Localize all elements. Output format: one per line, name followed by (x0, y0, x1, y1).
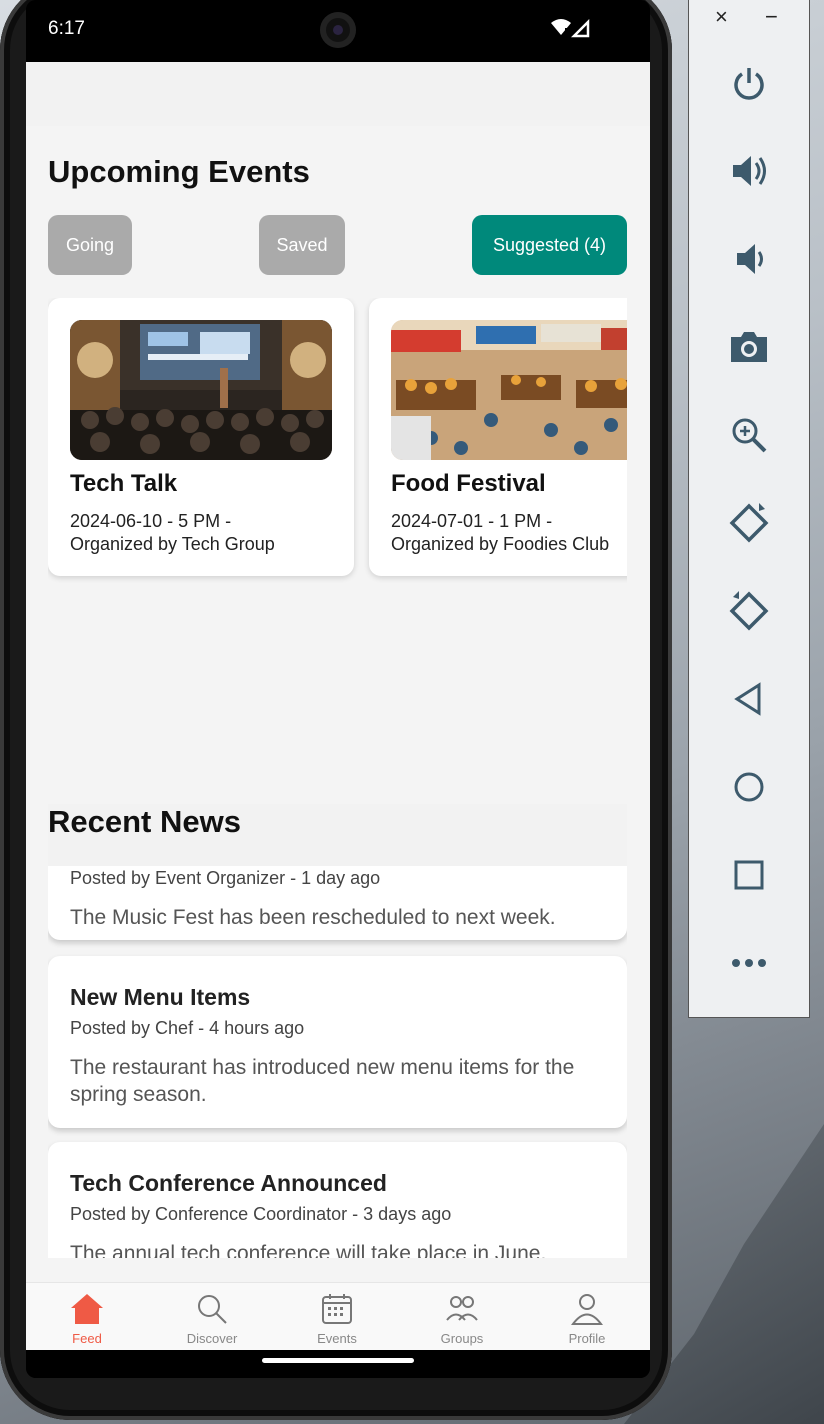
news-card[interactable]: Posted by Event Organizer - 1 day ago Th… (48, 866, 627, 940)
event-date: 2024-07-01 - 1 PM - (391, 511, 553, 531)
nav-label: Discover (186, 1331, 238, 1346)
event-organizer: Organized by Tech Group (70, 534, 275, 554)
phone-screen: 6:17 Upcoming Events Going Saved Suggest… (26, 0, 650, 1378)
back-icon (734, 682, 761, 716)
recent-news-title: Recent News (48, 804, 241, 839)
event-title: Food Festival (391, 470, 546, 497)
home-icon (71, 1294, 103, 1324)
wifi-icon (551, 18, 590, 38)
status-bar: 6:17 (26, 0, 650, 62)
calendar-icon (322, 1294, 352, 1324)
home-button[interactable] (689, 757, 809, 817)
volume-up-icon (733, 156, 766, 186)
event-image-food-festival (391, 320, 627, 460)
status-icons (550, 18, 592, 43)
app-top-bar (26, 62, 650, 126)
nav-label: Profile (568, 1331, 606, 1346)
more-icon (732, 959, 766, 967)
volume-down-button[interactable] (689, 229, 809, 289)
nav-label: Events (317, 1331, 357, 1346)
phone-frame: 6:17 Upcoming Events Going Saved Suggest… (0, 0, 672, 1420)
nav-item-discover[interactable]: Discover (157, 1291, 267, 1346)
news-title: Tech Conference Announced (70, 1170, 387, 1196)
home-circle-icon (734, 772, 764, 802)
filter-suggested-button[interactable]: Suggested (4) (472, 215, 627, 275)
filter-saved-button[interactable]: Saved (259, 215, 345, 275)
overview-button[interactable] (689, 845, 809, 905)
zoom-button[interactable] (689, 405, 809, 465)
news-body: The Music Fest has been rescheduled to n… (70, 906, 556, 929)
screenshot-button[interactable] (689, 317, 809, 377)
rotate-left-button[interactable] (689, 493, 809, 553)
rotate-right-icon (729, 591, 769, 631)
home-gesture-bar[interactable] (262, 1358, 414, 1363)
event-organizer: Organized by Foodies Club (391, 534, 610, 554)
news-card[interactable]: New Menu Items Posted by Chef - 4 hours … (48, 956, 627, 1128)
event-title: Tech Talk (70, 470, 178, 497)
camera-icon (731, 332, 767, 362)
groups-icon (446, 1296, 478, 1321)
event-card-tech-talk[interactable]: Tech Talk 2024-06-10 - 5 PM - Organized … (48, 298, 354, 576)
news-meta: Posted by Event Organizer - 1 day ago (70, 868, 381, 888)
news-meta: Posted by Conference Coordinator - 3 day… (70, 1204, 452, 1224)
event-meta: 2024-07-01 - 1 PM - Organized by Foodies… (391, 510, 627, 556)
event-date: 2024-06-10 - 5 PM - (70, 511, 232, 531)
nav-item-feed[interactable]: Feed (32, 1291, 142, 1346)
front-camera (320, 12, 356, 48)
overview-icon (734, 860, 764, 890)
news-list[interactable]: Posted by Event Organizer - 1 day ago Th… (48, 866, 627, 1258)
emulator-side-panel: × − (688, 0, 810, 1018)
app-screen: Upcoming Events Going Saved Suggested (4… (26, 62, 650, 1350)
close-window-button[interactable]: × (715, 4, 728, 30)
news-body: The annual tech conference will take pla… (70, 1242, 547, 1258)
more-button[interactable] (689, 933, 809, 993)
news-title: New Menu Items (70, 984, 251, 1010)
nav-item-profile[interactable]: Profile (532, 1291, 642, 1346)
nav-item-events[interactable]: Events (282, 1291, 392, 1346)
bottom-navigation: Feed Discover Events Groups Profile (26, 1282, 650, 1350)
power-button[interactable] (689, 54, 809, 114)
rotate-right-button[interactable] (689, 581, 809, 641)
zoom-icon (732, 418, 767, 453)
news-card[interactable]: Tech Conference Announced Posted by Conf… (48, 1142, 627, 1258)
nav-item-groups[interactable]: Groups (407, 1291, 517, 1346)
status-time: 6:17 (48, 18, 85, 39)
power-icon (734, 68, 764, 100)
upcoming-events-title: Upcoming Events (48, 154, 310, 189)
news-meta: Posted by Chef - 4 hours ago (70, 1018, 305, 1038)
volume-up-button[interactable] (689, 141, 809, 201)
event-image-tech-talk (70, 320, 332, 460)
rotate-left-icon (729, 503, 769, 543)
nav-label: Groups (440, 1331, 484, 1346)
events-carousel[interactable]: Tech Talk 2024-06-10 - 5 PM - Organized … (48, 298, 627, 588)
nav-label: Feed (72, 1331, 102, 1346)
person-icon (571, 1294, 603, 1325)
minimize-window-button[interactable]: − (765, 4, 778, 30)
volume-down-icon (737, 244, 763, 274)
news-body: The restaurant has introduced new menu i… (70, 1056, 575, 1106)
event-meta: 2024-06-10 - 5 PM - Organized by Tech Gr… (70, 510, 340, 556)
filter-going-button[interactable]: Going (48, 215, 132, 275)
back-button[interactable] (689, 669, 809, 729)
gesture-area (26, 1350, 650, 1378)
event-card-food-festival[interactable]: Food Festival 2024-07-01 - 1 PM - Organi… (369, 298, 627, 576)
search-icon (198, 1295, 227, 1324)
